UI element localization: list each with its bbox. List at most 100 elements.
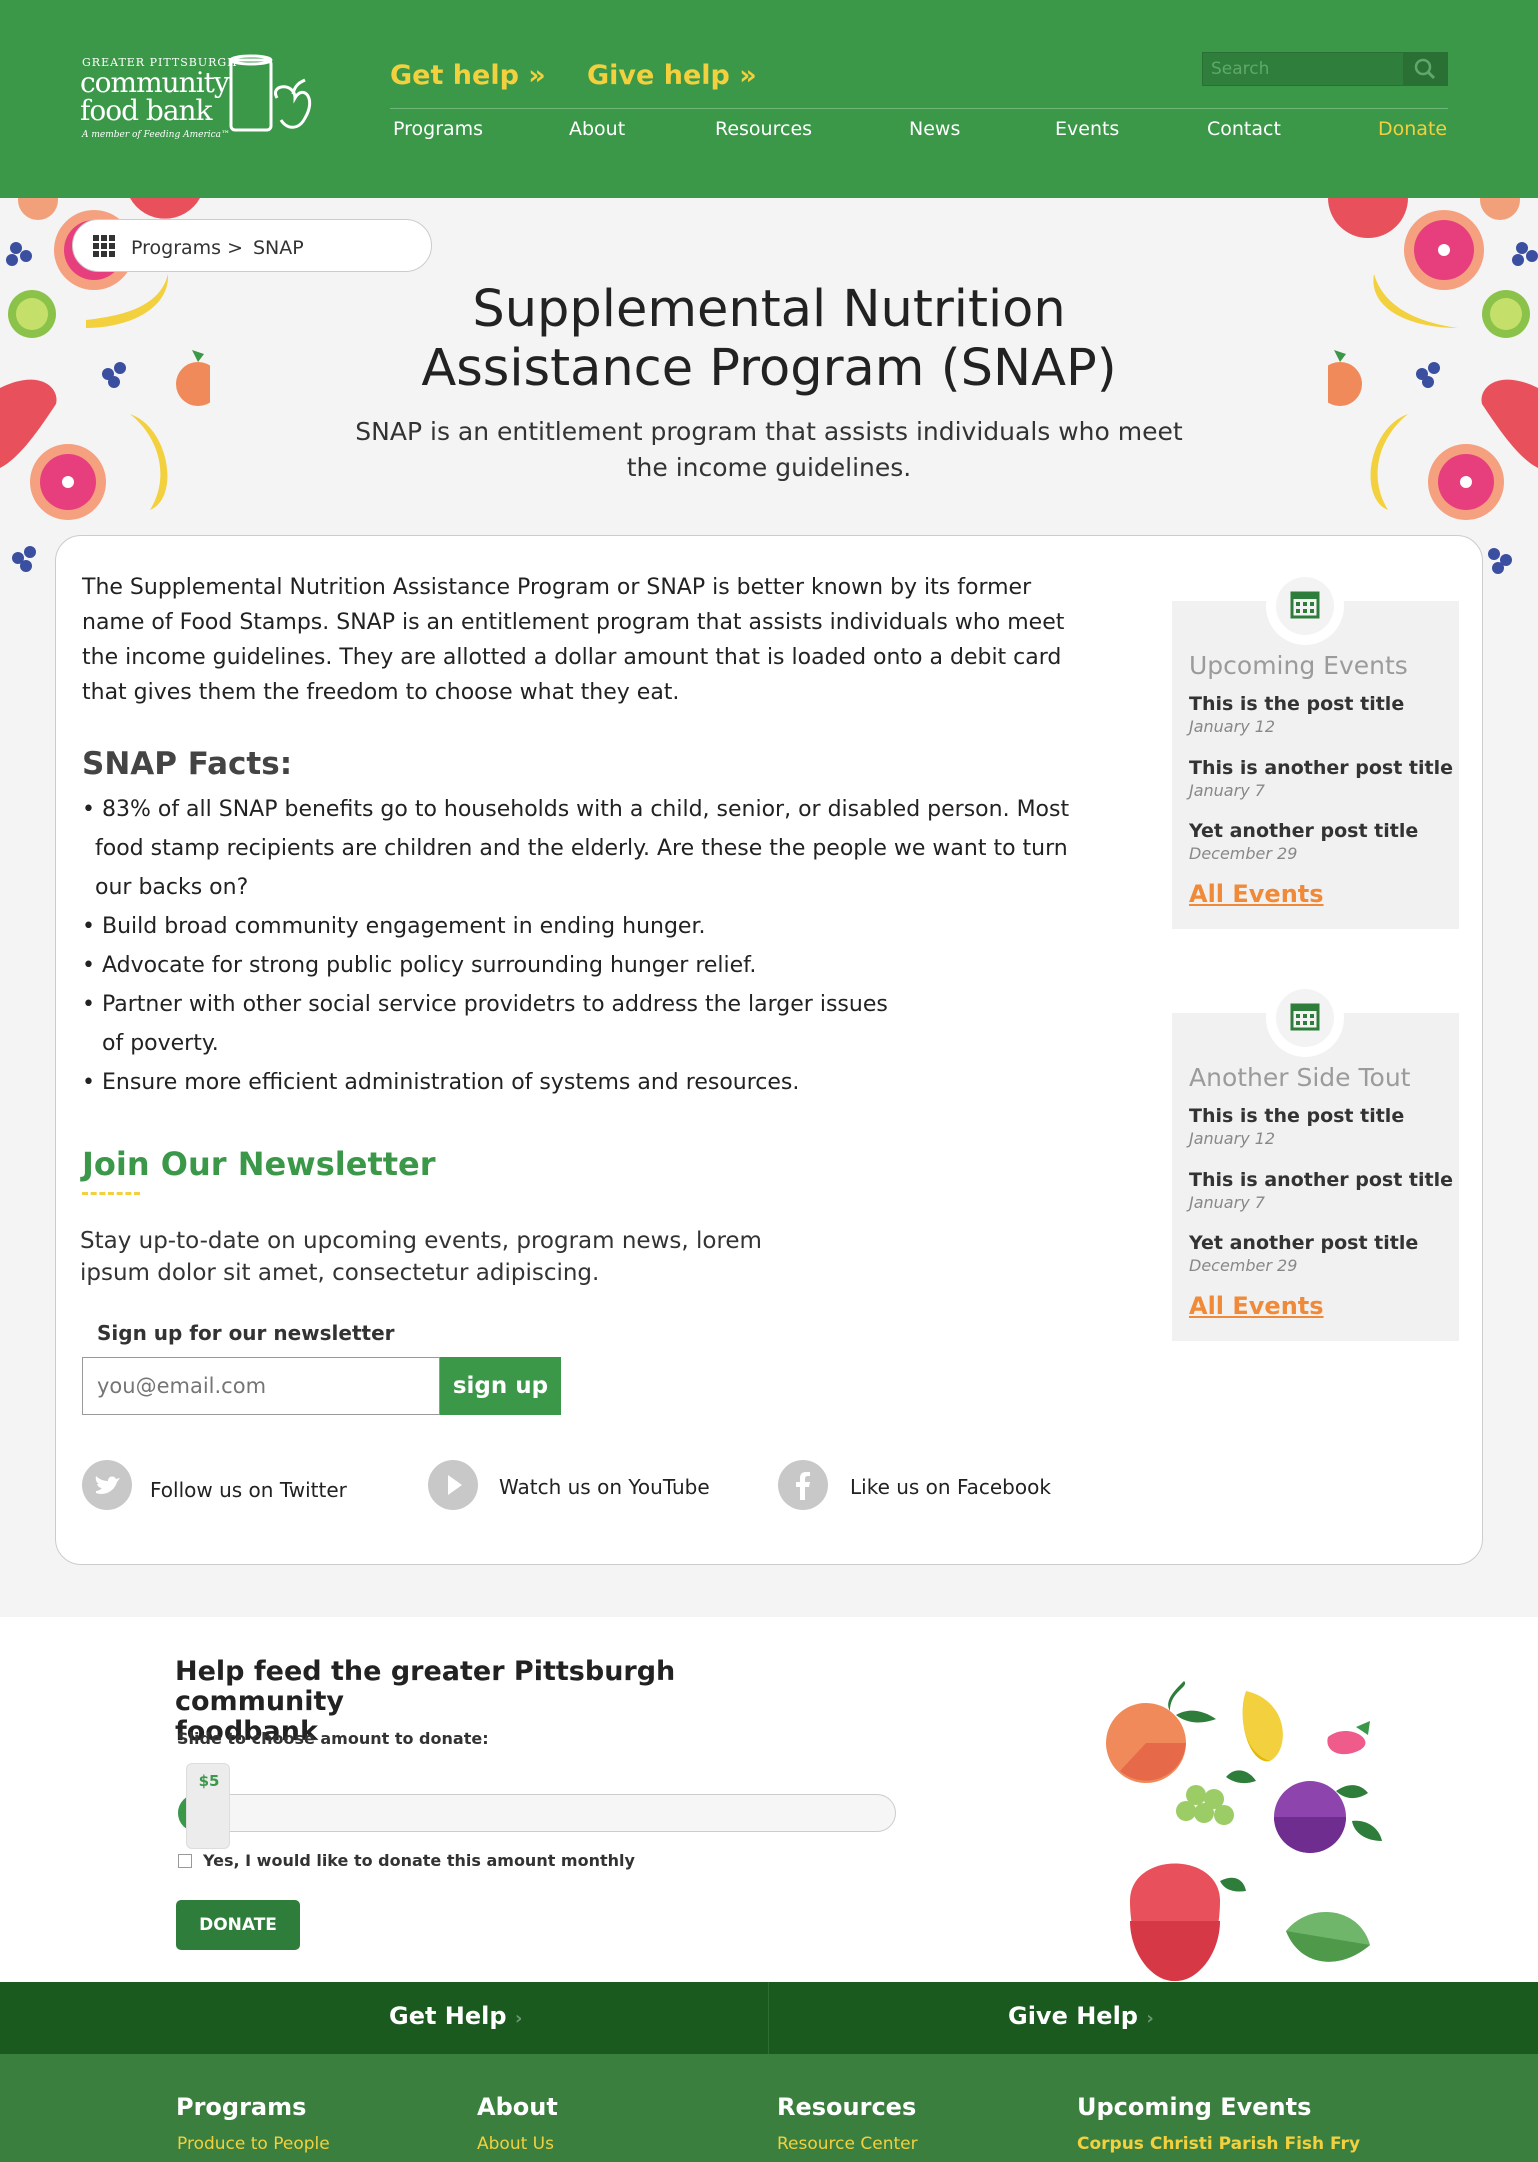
site-header: GREATER PITTSBURGH community food bank A… — [0, 0, 1538, 198]
slider-label: Slide to choose amount to donate: — [177, 1729, 489, 1748]
facebook-icon — [778, 1460, 828, 1510]
search-button[interactable] — [1403, 53, 1447, 85]
nav-resources[interactable]: Resources — [715, 118, 812, 140]
facebook-label: Like us on Facebook — [850, 1475, 1051, 1499]
donate-section: Help feed the greater Pittsburgh communi… — [0, 1617, 1538, 1982]
footer-links: Programs Produce to People About About U… — [0, 2054, 1538, 2162]
all-events-link[interactable]: All Events — [1189, 880, 1324, 908]
all-events-link[interactable]: All Events — [1189, 1292, 1324, 1320]
donation-slider-track[interactable] — [178, 1794, 896, 1832]
tout-post-date: January 7 — [1189, 781, 1265, 800]
intro-line: the income guidelines. They are allotted… — [82, 645, 1062, 670]
footer-bar-divider — [768, 1982, 769, 2054]
footer-get-help-label: Get Help — [389, 2002, 507, 2030]
twitter-label: Follow us on Twitter — [150, 1478, 347, 1502]
tout-title: Another Side Tout — [1189, 1063, 1411, 1092]
intro-line: that gives them the freedom to choose wh… — [82, 680, 680, 705]
tout-post-title[interactable]: Yet another post title — [1189, 1232, 1418, 1254]
intro-line: The Supplemental Nutrition Assistance Pr… — [82, 575, 1032, 600]
tout-post-title[interactable]: This is the post title — [1189, 693, 1404, 715]
tout-post-title[interactable]: Yet another post title — [1189, 820, 1418, 842]
page-title-line-2: Assistance Program (SNAP) — [421, 339, 1117, 398]
donation-amount: $5 — [198, 1772, 220, 1790]
footer-link[interactable]: Corpus Christi Parish Fish Fry — [1077, 2134, 1360, 2154]
tout-post-title[interactable]: This is another post title — [1189, 1169, 1453, 1191]
breadcrumb-parent[interactable]: Programs > — [131, 237, 243, 259]
nav-about[interactable]: About — [569, 118, 625, 140]
calendar-badge — [1266, 567, 1344, 645]
tout-post-date: January 7 — [1189, 1193, 1265, 1212]
newsletter-text-line: Stay up-to-date on upcoming events, prog… — [80, 1228, 762, 1254]
footer-link[interactable]: Produce to People — [177, 2134, 330, 2154]
get-help-link[interactable]: Get help » — [390, 60, 546, 91]
can-apple-icon — [229, 54, 312, 132]
tout-post-date: January 12 — [1189, 717, 1276, 736]
footer-heading-resources: Resources — [777, 2093, 917, 2121]
fruit-illustration — [1106, 1681, 1382, 1981]
footer-give-help-label: Give Help — [1008, 2002, 1138, 2030]
calendar-icon — [1290, 591, 1320, 619]
tout-post-title[interactable]: This is another post title — [1189, 757, 1453, 779]
fact-line: • 83% of all SNAP benefits go to househo… — [82, 797, 1070, 822]
upcoming-events-tout: Upcoming Events This is the post title J… — [1172, 567, 1459, 929]
search-box[interactable]: Search — [1202, 52, 1448, 86]
twitter-icon — [82, 1460, 132, 1510]
page-lede-line-2: the income guidelines. — [626, 453, 912, 482]
newsletter-divider — [82, 1192, 140, 1195]
newsletter-label: Sign up for our newsletter — [97, 1321, 395, 1345]
fruit-decoration-right — [1328, 198, 1538, 574]
newsletter-email-input[interactable] — [82, 1357, 440, 1415]
search-input[interactable]: Search — [1211, 59, 1269, 79]
footer-link[interactable]: About Us — [477, 2134, 554, 2154]
footer-get-help-link[interactable]: Get Help › — [389, 2002, 522, 2030]
breadcrumb-current: SNAP — [253, 237, 304, 259]
site-logo[interactable]: GREATER PITTSBURGH community food bank A… — [80, 54, 320, 144]
calendar-badge — [1266, 979, 1344, 1057]
logo-tagline: A member of Feeding America™ — [82, 130, 231, 140]
monthly-checkbox[interactable] — [178, 1854, 192, 1868]
logo-line-3: food bank — [80, 94, 213, 127]
footer-heading-about: About — [477, 2093, 558, 2121]
footer-heading-programs: Programs — [176, 2093, 307, 2121]
chevron-right-icon: › — [514, 2008, 523, 2029]
intro-line: name of Food Stamps. SNAP is an entitlem… — [82, 610, 1065, 635]
fact-line: • Ensure more efficient administration o… — [82, 1070, 800, 1095]
donation-slider-handle[interactable]: $5 — [186, 1763, 230, 1849]
tout-post-title[interactable]: This is the post title — [1189, 1105, 1404, 1127]
intro-paragraph: The Supplemental Nutrition Assistance Pr… — [82, 570, 1064, 710]
facts-list: • 83% of all SNAP benefits go to househo… — [82, 790, 1069, 1102]
grid-icon[interactable] — [93, 235, 115, 257]
play-icon — [428, 1460, 478, 1510]
nav-donate[interactable]: Donate — [1378, 118, 1447, 140]
tout-post-date: December 29 — [1189, 844, 1298, 863]
nav-contact[interactable]: Contact — [1207, 118, 1281, 140]
fact-line: of poverty. — [102, 1031, 219, 1056]
footer-give-help-link[interactable]: Give Help › — [1008, 2002, 1154, 2030]
page-title-line-1: Supplemental Nutrition — [472, 280, 1066, 339]
tout-title: Upcoming Events — [1189, 651, 1408, 680]
newsletter-heading: Join Our Newsletter — [82, 1145, 436, 1183]
donate-button[interactable]: DONATE — [176, 1900, 300, 1950]
newsletter-text: Stay up-to-date on upcoming events, prog… — [80, 1225, 840, 1289]
fact-line: • Advocate for strong public policy surr… — [82, 953, 757, 978]
newsletter-signup-button[interactable]: sign up — [440, 1357, 561, 1415]
fact-line: food stamp recipients are children and t… — [95, 836, 1068, 861]
give-help-link[interactable]: Give help » — [587, 60, 757, 91]
breadcrumb: Programs > SNAP — [72, 219, 432, 272]
footer-link[interactable]: Resource Center — [777, 2134, 918, 2154]
youtube-label: Watch us on YouTube — [499, 1475, 710, 1499]
page-lede-line-1: SNAP is an entitlement program that assi… — [355, 417, 1183, 446]
side-tout: Another Side Tout This is the post title… — [1172, 979, 1459, 1341]
monthly-checkbox-label: Yes, I would like to donate this amount … — [203, 1851, 635, 1870]
donate-heading-line: Help feed the greater Pittsburgh communi… — [175, 1656, 676, 1717]
nav-programs[interactable]: Programs — [393, 118, 483, 140]
calendar-icon — [1290, 1003, 1320, 1031]
nav-news[interactable]: News — [909, 118, 960, 140]
page-lede: SNAP is an entitlement program that assi… — [300, 414, 1238, 486]
facts-heading: SNAP Facts: — [82, 746, 293, 782]
fact-line: our backs on? — [95, 875, 249, 900]
chevron-right-icon: › — [1146, 2008, 1154, 2029]
fact-line: • Partner with other social service prov… — [82, 992, 888, 1017]
nav-events[interactable]: Events — [1055, 118, 1119, 140]
footer-cta-bar: Get Help › Give Help › — [0, 1982, 1538, 2054]
